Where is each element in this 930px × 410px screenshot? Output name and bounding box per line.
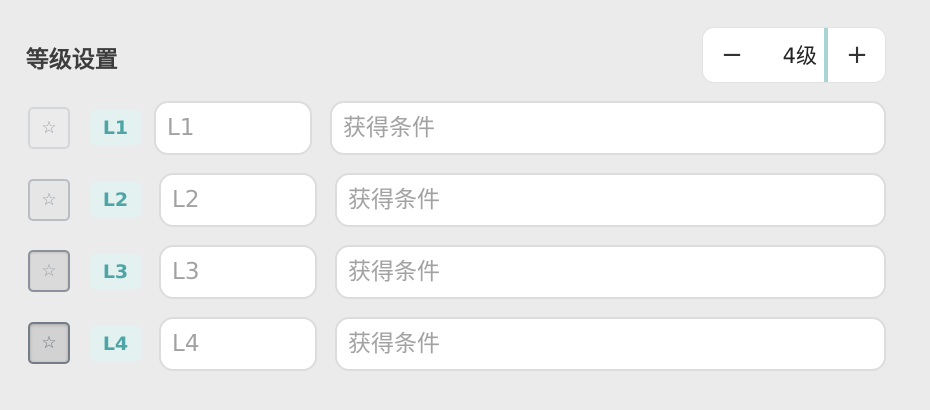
star-icon-button[interactable]: ☆ [28,179,70,221]
star-icon: ☆ [41,118,57,138]
level-name-input[interactable] [154,101,312,155]
level-row: ☆ L4 [0,316,930,372]
star-icon: ☆ [41,261,57,281]
level-condition-input[interactable] [335,173,886,227]
level-badge: L3 [90,254,141,289]
level-name-input[interactable] [159,173,317,227]
level-condition-input[interactable] [335,317,886,371]
star-icon-button[interactable]: ☆ [28,322,70,364]
level-badge: L2 [90,182,141,217]
level-badge: L1 [90,110,141,145]
level-condition-input[interactable] [335,245,886,299]
level-row: ☆ L1 [0,100,930,156]
level-name-input[interactable] [159,317,317,371]
level-badge: L4 [90,326,141,361]
level-count-value: 4级 [782,44,817,68]
star-icon-button[interactable]: ☆ [28,107,70,149]
increment-button[interactable]: + [828,28,886,82]
level-count-stepper: − 4级 + [702,27,886,83]
level-row: ☆ L3 [0,244,930,300]
level-condition-input[interactable] [330,101,886,155]
level-name-input[interactable] [159,245,317,299]
level-row: ☆ L2 [0,172,930,228]
star-icon-button[interactable]: ☆ [28,250,70,292]
section-title: 等级设置 [26,47,118,73]
star-icon: ☆ [41,190,57,210]
star-icon: ☆ [41,333,57,353]
decrement-button[interactable]: − [703,28,761,82]
